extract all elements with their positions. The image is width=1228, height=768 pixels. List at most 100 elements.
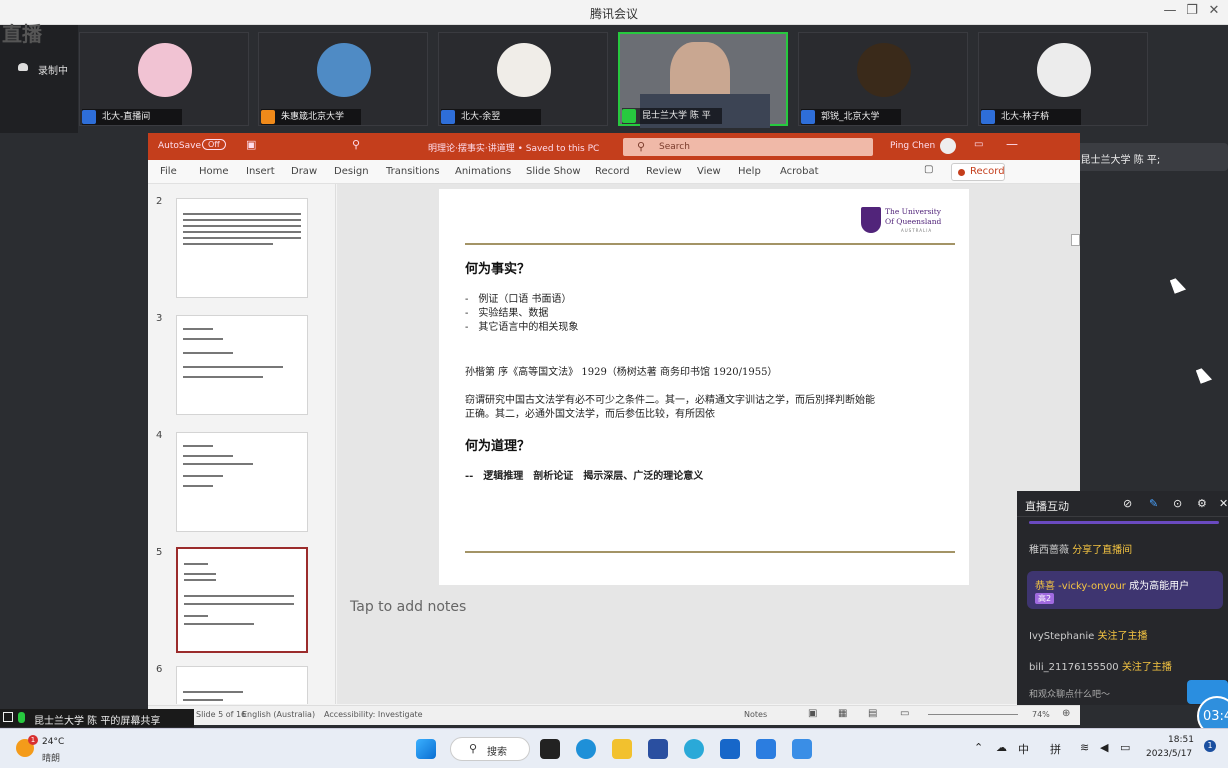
search-icon: ⚲ [469, 742, 478, 755]
current-slide[interactable]: The University Of Queensland AUSTRALIA 何为… [439, 189, 969, 585]
recording-status[interactable]: 录制中 [38, 62, 68, 77]
tab-acrobat[interactable]: Acrobat [780, 166, 819, 177]
weather-temp[interactable]: 24°C [42, 737, 64, 747]
close-icon[interactable]: ✕ [1204, 3, 1224, 18]
slide-thumbnail[interactable] [176, 315, 308, 415]
clock-date[interactable]: 2023/5/17 [1146, 749, 1192, 759]
document-title[interactable]: 明理论·摆事实·讲道理 • Saved to this PC [428, 141, 599, 154]
live-panel-title: 直播互动 [1025, 500, 1069, 513]
tab-view[interactable]: View [697, 166, 721, 177]
live-message: bili_21176155500 关注了主播 [1029, 662, 1172, 673]
autosave-toggle[interactable]: Off [202, 139, 226, 150]
participant-tile-active[interactable]: 昆士兰大学 陈 平 [618, 32, 788, 128]
participant-tile[interactable]: 北大-直播间 [79, 32, 249, 126]
tab-design[interactable]: Design [334, 166, 369, 177]
user-avatar[interactable] [940, 138, 956, 154]
browser-icon[interactable] [684, 739, 704, 759]
tab-insert[interactable]: Insert [246, 166, 275, 177]
participant-tile[interactable]: 朱惠箴北京大学 [258, 32, 428, 126]
slide-thumbnail[interactable] [176, 198, 308, 298]
tab-transitions[interactable]: Transitions [386, 166, 440, 177]
battery-icon[interactable]: ▭ [1120, 741, 1130, 754]
tab-record[interactable]: Record [595, 166, 630, 177]
close-icon[interactable]: ✕ [1219, 497, 1228, 510]
windows-taskbar: 1 24°C 晴朗 ⚲ 搜索 ⌃ ☁ 中 拼 ≋ ◀ ▭ 18:51 2023/… [0, 728, 1228, 768]
reading-view-icon[interactable]: ▤ [868, 708, 877, 719]
language-status[interactable]: English (Australia) [242, 710, 315, 719]
zoom-level[interactable]: 74% [1032, 710, 1050, 719]
ime-pinyin[interactable]: 拼 [1050, 741, 1061, 757]
taskbar-search[interactable]: ⚲ 搜索 [450, 737, 530, 761]
zoom-slider[interactable] [928, 714, 1018, 715]
slide-thumbnails: 2 3 4 5 6 [148, 184, 336, 704]
tab-draw[interactable]: Draw [291, 166, 317, 177]
start-icon[interactable] [416, 739, 436, 759]
lock-icon[interactable]: ⊙ [1173, 497, 1182, 510]
screen-share-banner[interactable]: 昆士兰大学 陈 平的屏幕共享 [0, 709, 194, 727]
wifi-icon[interactable]: ≋ [1080, 741, 1089, 754]
normal-view-icon[interactable]: ▣ [808, 708, 817, 719]
comments-icon[interactable]: ▢ [924, 164, 933, 175]
logo-line2: Of Queensland [885, 217, 942, 226]
ribbon-display-icon[interactable]: ▭ [974, 139, 983, 150]
search-box[interactable]: ⚲ Search [623, 138, 873, 156]
slide-number: 6 [156, 664, 163, 675]
participant-tile[interactable]: 北大-余翌 [438, 32, 608, 126]
clock-time[interactable]: 18:51 [1168, 735, 1194, 745]
app-icon[interactable] [720, 739, 740, 759]
notes-toggle[interactable]: Notes [744, 710, 767, 719]
slide-thumbnail[interactable] [176, 432, 308, 532]
tab-home[interactable]: Home [199, 166, 229, 177]
sorter-view-icon[interactable]: ▦ [838, 708, 847, 719]
user-icon [82, 110, 96, 124]
store-icon[interactable] [648, 739, 668, 759]
task-view-icon[interactable] [540, 739, 560, 759]
paragraph-line: 正确。其二，必通外国文法学，而后参伍比较，有所因依 [465, 409, 715, 420]
slide-heading: 何为事实？ [465, 262, 531, 277]
slide-line: -- 逻辑推理 剖析论证 揭示深层、广泛的理论意义 [465, 471, 704, 482]
scrollbar-thumb[interactable] [1071, 234, 1080, 246]
tab-slide-show[interactable]: Slide Show [526, 166, 581, 177]
chat-input[interactable]: 和观众聊点什么吧～ [1029, 687, 1110, 700]
minimize-icon[interactable]: — [1160, 3, 1180, 18]
avatar [1037, 43, 1091, 97]
volume-icon[interactable]: ◀ [1100, 741, 1108, 754]
tab-review[interactable]: Review [646, 166, 682, 177]
app-icon[interactable] [792, 739, 812, 759]
slide-info: Slide 5 of 16 [196, 710, 247, 719]
avatar [138, 43, 192, 97]
tab-animations[interactable]: Animations [455, 166, 511, 177]
fit-slide-icon[interactable]: ⊕ [1062, 708, 1070, 719]
participant-tile[interactable]: 北大-林子枿 [978, 32, 1148, 126]
file-explorer-icon[interactable] [612, 739, 632, 759]
notes-pane[interactable]: Tap to add notes [350, 599, 466, 615]
participant-name: 北大-余翌 [441, 109, 541, 125]
slide-thumbnail-selected[interactable] [176, 547, 308, 653]
live-message: 稚西蔷薇 分享了直播间 [1029, 545, 1133, 556]
tab-file[interactable]: File [160, 166, 177, 177]
notification-badge: 1 [28, 735, 38, 745]
accessibility-status[interactable]: Accessibility: Investigate [324, 710, 423, 719]
link-icon[interactable]: ⊘ [1123, 497, 1132, 510]
slideshow-view-icon[interactable]: ▭ [900, 708, 909, 719]
chat-icon[interactable]: ✎ [1149, 497, 1158, 510]
slide-thumbnail[interactable] [176, 666, 308, 704]
tencent-meeting-icon[interactable] [756, 739, 776, 759]
tab-help[interactable]: Help [738, 166, 761, 177]
weather-desc[interactable]: 晴朗 [42, 751, 60, 764]
participant-tile[interactable]: 郭锐_北京大学 [798, 32, 968, 126]
save-icon[interactable]: ▣ [246, 138, 256, 151]
ime-mode[interactable]: 中 [1018, 741, 1029, 757]
cloud-icon[interactable]: ☁ [996, 741, 1007, 754]
chevron-up-icon[interactable]: ⌃ [974, 741, 983, 754]
minimize-icon[interactable]: — [1006, 137, 1018, 151]
user-name[interactable]: Ping Chen [890, 141, 935, 151]
present-icon[interactable]: ⚲ [352, 138, 360, 151]
record-button[interactable]: Record [951, 163, 1005, 181]
avatar [317, 43, 371, 97]
logo-line1: The University [885, 207, 941, 216]
gear-icon[interactable]: ⚙ [1197, 497, 1207, 510]
edge-icon[interactable] [576, 739, 596, 759]
notification-icon[interactable]: 1 [1204, 740, 1216, 752]
restore-icon[interactable]: ❐ [1182, 3, 1202, 18]
